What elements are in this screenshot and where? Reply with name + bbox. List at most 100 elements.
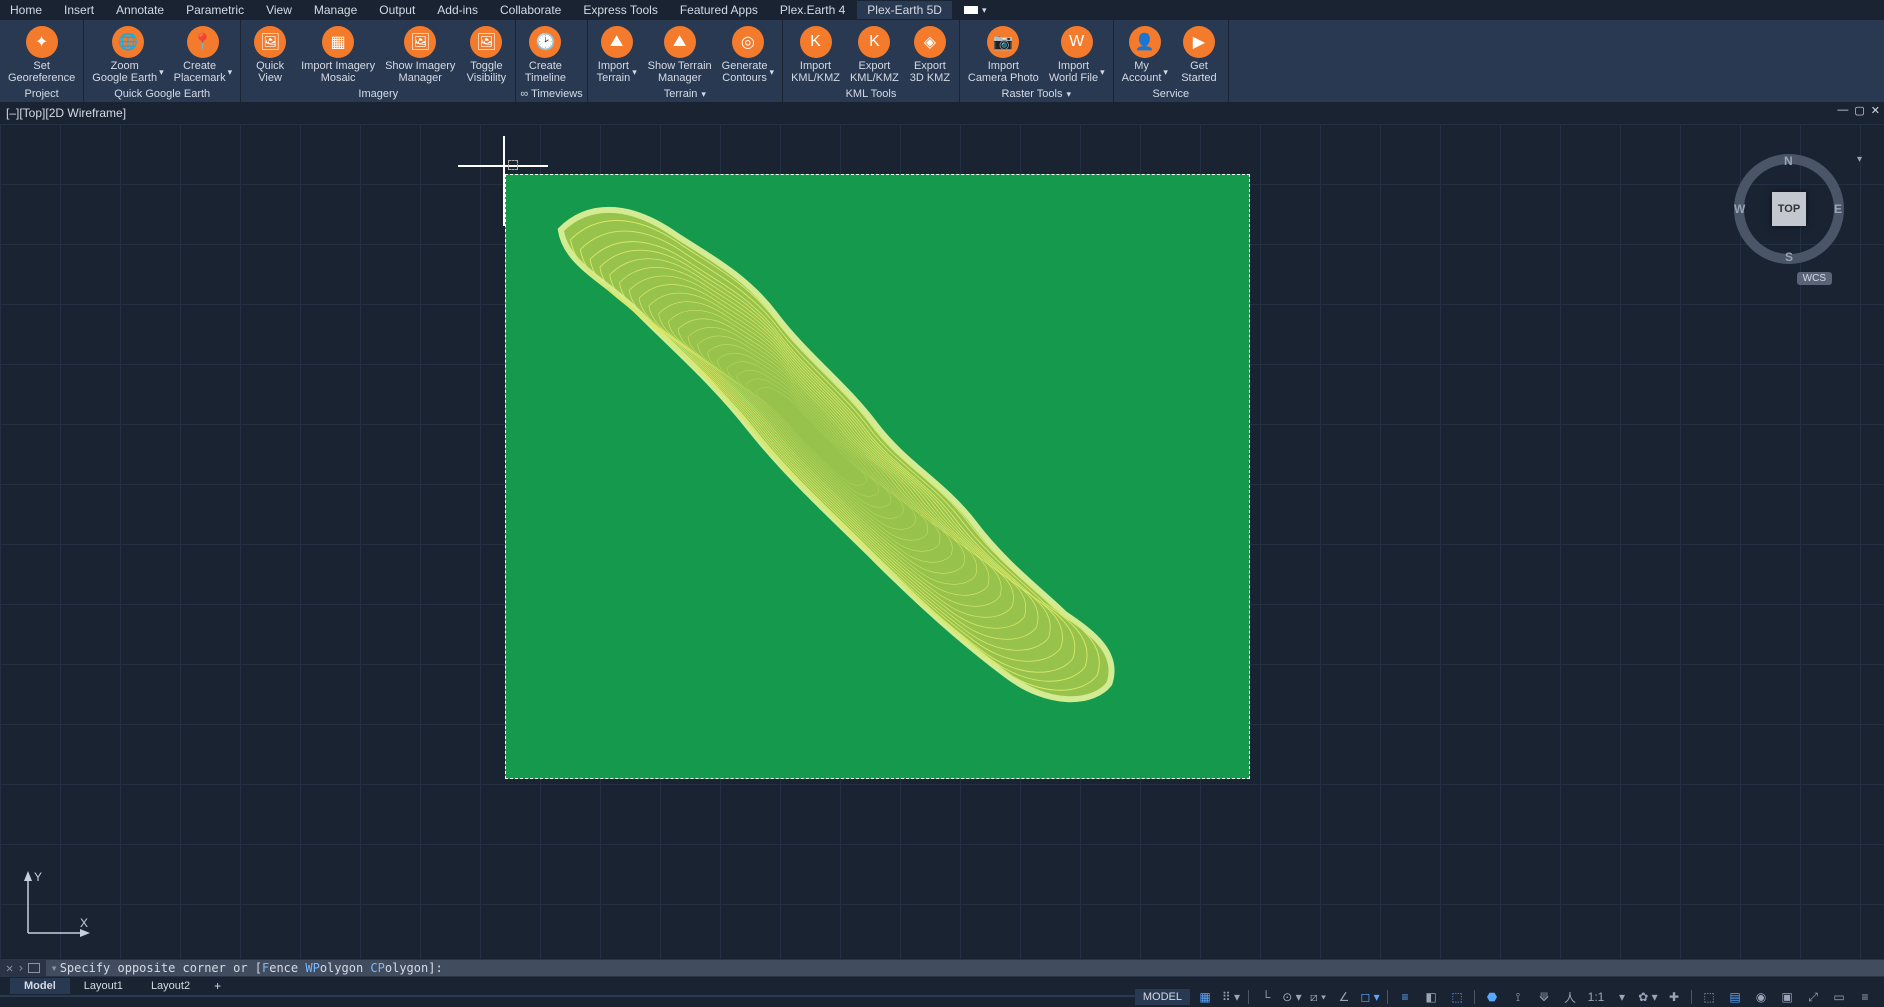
menu-tab-view[interactable]: View <box>266 1 292 19</box>
layout-tab-layout2[interactable]: Layout2 <box>137 978 204 994</box>
layout-tab-model[interactable]: Model <box>10 978 70 994</box>
menu-tab-insert[interactable]: Insert <box>64 1 94 19</box>
ribbon-btn-toggle-visibility[interactable]: 🖼Toggle Visibility <box>461 22 511 86</box>
menu-tab-plexearth4[interactable]: Plex.Earth 4 <box>780 1 845 19</box>
ribbon-panel-title[interactable]: Project <box>4 86 79 102</box>
viewcube-south[interactable]: S <box>1785 250 1793 264</box>
layout-tab-add[interactable]: + <box>204 977 231 995</box>
layout-tab-layout1[interactable]: Layout1 <box>70 978 137 994</box>
status-model-button[interactable]: MODEL <box>1135 989 1190 1005</box>
status-snap-icon[interactable]: ⠿ ▾ <box>1220 988 1242 1006</box>
status-lineweight-icon[interactable]: ≡ <box>1394 988 1416 1006</box>
status-grid-icon[interactable]: ▦ <box>1194 988 1216 1006</box>
command-opt-wpoly[interactable]: olygon <box>320 961 363 975</box>
menu-tab-output[interactable]: Output <box>379 1 415 19</box>
ribbon-btn-show-terrain-manager[interactable]: ⛰Show Terrain Manager <box>644 22 716 86</box>
viewcube-menu-icon[interactable]: ▾ <box>1857 154 1862 165</box>
ribbon-panel-title[interactable]: Terrain▾ <box>592 86 778 102</box>
menu-tab-home[interactable]: Home <box>10 1 42 19</box>
command-opt-cpoly[interactable]: olygon <box>385 961 428 975</box>
status-annotation-scale[interactable]: 1:1 <box>1585 988 1607 1006</box>
ribbon-btn-my-account[interactable]: 👤My Account▾ <box>1118 22 1172 86</box>
viewcube-east[interactable]: E <box>1834 202 1842 216</box>
chevron-right-icon[interactable]: › <box>17 961 24 975</box>
close-icon[interactable]: ✕ <box>6 961 13 975</box>
wcs-badge[interactable]: WCS <box>1797 272 1832 285</box>
menu-tab-plexearth5d[interactable]: Plex-Earth 5D <box>857 1 952 19</box>
ribbon-panel-title[interactable]: Quick Google Earth <box>88 86 236 102</box>
selection-window[interactable] <box>505 174 1250 779</box>
menu-tab-featured-apps[interactable]: Featured Apps <box>680 1 758 19</box>
menu-tab-addins[interactable]: Add-ins <box>437 1 478 19</box>
status-annotation-scale-dropdown-icon[interactable]: ▾ <box>1611 988 1633 1006</box>
maximize-icon[interactable]: ▢ <box>1854 104 1864 117</box>
viewcube[interactable]: ▾ TOP N S E W <box>1734 154 1844 264</box>
ribbon-btn-import-camera-photo[interactable]: 📷Import Camera Photo <box>964 22 1043 86</box>
command-prompt-suffix: ]: <box>428 961 442 975</box>
ribbon-panel-title[interactable]: Service <box>1118 86 1224 102</box>
command-opt-fence-hi[interactable]: F <box>262 961 269 975</box>
ribbon-btn-export-kml-kmz[interactable]: KExport KML/KMZ <box>846 22 903 86</box>
status-gear-icon[interactable]: ✿ ▾ <box>1637 988 1659 1006</box>
status-quickprops-icon[interactable]: ▤ <box>1724 988 1746 1006</box>
menu-tab-express-tools[interactable]: Express Tools <box>583 1 657 19</box>
status-3dosnap-icon[interactable]: ⬣ <box>1481 988 1503 1006</box>
ribbon-btn-import-kml-kmz[interactable]: KImport KML/KMZ <box>787 22 844 86</box>
ribbon-btn-create-placemark[interactable]: 📍Create Placemark▾ <box>170 22 237 86</box>
ribbon-btn-generate-contours[interactable]: ◎Generate Contours▾ <box>718 22 778 86</box>
status-isolate-icon[interactable]: ▣ <box>1776 988 1798 1006</box>
ribbon-btn-zoom-google-earth[interactable]: 🌐Zoom Google Earth▾ <box>88 22 167 86</box>
chevron-down-icon: ▾ <box>1066 89 1071 100</box>
command-opt-cpoly-hi[interactable]: CP <box>370 961 384 975</box>
chevron-down-icon: ▾ <box>228 66 233 78</box>
status-polar-icon[interactable]: ⊙ ▾ <box>1281 988 1303 1006</box>
ribbon-btn-get-started[interactable]: ▶Get Started <box>1174 22 1224 86</box>
viewport-label[interactable]: [–][Top][2D Wireframe] <box>6 106 126 120</box>
status-gizmo-icon[interactable]: 人 <box>1559 988 1581 1006</box>
command-opt-fence[interactable]: ence <box>269 961 298 975</box>
status-isodraft-icon[interactable]: ⧄ ▾ <box>1307 988 1329 1006</box>
status-selection-cycle-icon[interactable]: ⬚ <box>1446 988 1468 1006</box>
minimize-icon[interactable]: — <box>1837 104 1848 117</box>
ribbon-btn-set-georeference[interactable]: ✦Set Georeference <box>4 22 79 86</box>
ribbon-panel-title[interactable]: KML Tools <box>787 86 955 102</box>
status-customize-icon[interactable]: ≡ <box>1854 988 1876 1006</box>
ribbon-panel-title[interactable]: ∞ Timeviews <box>520 86 582 102</box>
status-graphics-icon[interactable]: ◉ <box>1750 988 1772 1006</box>
viewport[interactable]: ▾ TOP N S E W WCS Y X <box>0 124 1884 959</box>
status-hardware-icon[interactable]: ⤢ <box>1802 988 1824 1006</box>
ribbon-panel-terrain: ⛰Import Terrain▾⛰Show Terrain Manager◎Ge… <box>588 20 783 102</box>
ribbon-btn-import-terrain[interactable]: ⛰Import Terrain▾ <box>592 22 642 86</box>
command-input[interactable]: ▾ Specify opposite corner or [ Fence WPo… <box>46 960 1884 976</box>
status-dynamic-ucs-icon[interactable]: ⟟ <box>1507 988 1529 1006</box>
ribbon-btn-quick-view[interactable]: 🖼Quick View <box>245 22 295 86</box>
menu-tab-manage[interactable]: Manage <box>314 1 357 19</box>
viewcube-top-face[interactable]: TOP <box>1772 192 1806 226</box>
ribbon-panel-title[interactable]: Imagery <box>245 86 511 102</box>
menu-tab-annotate[interactable]: Annotate <box>116 1 164 19</box>
ribbon-panel-title[interactable]: Raster Tools▾ <box>964 86 1109 102</box>
ribbon-btn-export-3d-kmz[interactable]: ◈Export 3D KMZ <box>905 22 955 86</box>
status-selection-filter-icon[interactable]: ⟱ <box>1533 988 1555 1006</box>
ribbon-panel-project: ✦Set GeoreferenceProject <box>0 20 84 102</box>
ribbon-btn-import-imagery-mosaic[interactable]: ▦Import Imagery Mosaic <box>297 22 379 86</box>
menu-extras-dropdown[interactable]: ▾ <box>964 5 987 16</box>
ribbon-btn-import-world-file[interactable]: WImport World File▾ <box>1045 22 1109 86</box>
menu-tab-collaborate[interactable]: Collaborate <box>500 1 561 19</box>
ribbon-btn-show-imagery-manager[interactable]: 🖼Show Imagery Manager <box>381 22 459 86</box>
status-osnap-icon[interactable]: ◻ ▾ <box>1359 988 1381 1006</box>
ribbon-btn-label: Import World File▾ <box>1049 60 1105 84</box>
close-icon[interactable]: ✕ <box>1871 104 1880 117</box>
viewcube-north[interactable]: N <box>1784 154 1793 168</box>
status-clean-screen-icon[interactable]: ▭ <box>1828 988 1850 1006</box>
menu-tab-parametric[interactable]: Parametric <box>186 1 244 19</box>
status-osnap-angle-icon[interactable]: ∠ <box>1333 988 1355 1006</box>
status-transparency-icon[interactable]: ◧ <box>1420 988 1442 1006</box>
ribbon-btn-create-timeline[interactable]: 🕑Create Timeline <box>520 22 570 86</box>
command-opt-wpoly-hi[interactable]: WP <box>305 961 319 975</box>
status-units-icon[interactable]: ⬚ <box>1698 988 1720 1006</box>
status-plus-icon[interactable]: ✚ <box>1663 988 1685 1006</box>
viewcube-west[interactable]: W <box>1734 202 1745 216</box>
history-icon[interactable] <box>28 963 40 973</box>
status-ortho-icon[interactable]: └ <box>1255 988 1277 1006</box>
